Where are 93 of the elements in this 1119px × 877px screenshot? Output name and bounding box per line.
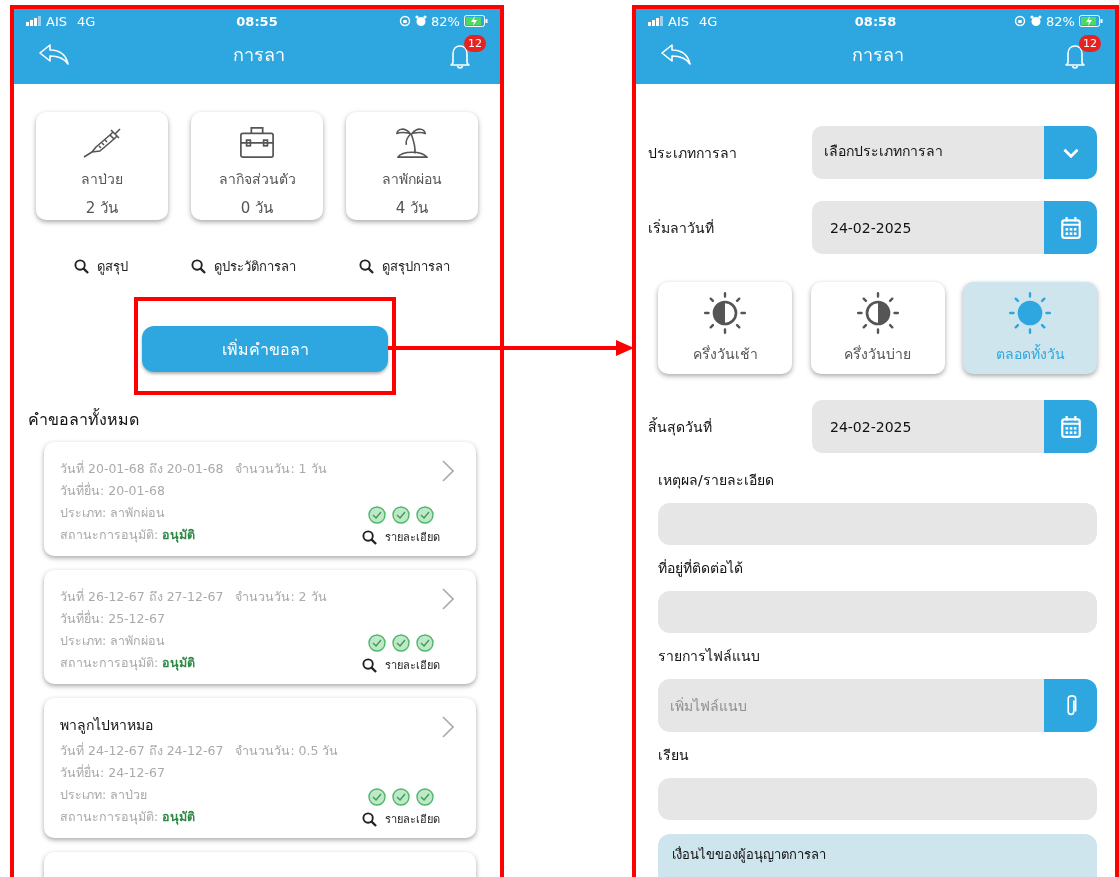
input-field[interactable]	[658, 503, 1097, 545]
request-title: พาลูกไปหาหมอ	[60, 716, 154, 736]
field-label: เหตุผล/รายละเอียด	[658, 471, 775, 491]
sun-icon	[1008, 291, 1052, 335]
carrier-text: AIS	[668, 13, 689, 29]
screen-title: การลา	[233, 42, 285, 67]
alarm-icon	[415, 15, 428, 27]
leave-type-label: ลาป่วย	[81, 170, 123, 189]
screen-title: การลา	[851, 42, 904, 67]
date-range-text: วันที่ 24-12-67 ถึง 24-12-67	[60, 743, 224, 758]
battery-charging-icon	[464, 15, 488, 27]
battery-percent: 82%	[431, 13, 460, 29]
field-label: รายการไฟล์แนบ	[658, 647, 761, 666]
briefcase-icon	[237, 124, 277, 160]
field-label: เรียน	[658, 746, 690, 765]
date-range-text: วันที่ 26-12-67 ถึง 27-12-67	[60, 589, 224, 604]
leave-request-card[interactable]: พาลูกไปหาหมอ วันที่ 24-12-67 ถึง 24-12-67 จำนวนวัน: 0.5 วัน วันที่ยื่น: 24-12-67 ประเภท: ลาป่วย สถานะการอนุมัติ: อนุมัติ รายละเอียด	[44, 698, 476, 838]
clock-time: 08:55	[236, 13, 278, 29]
leave-request-card[interactable]: วันที่ 26-12-67 ถึง 27-12-67 จำนวนวัน: 2 วัน วันที่ยื่น: 25-12-67 ประเภท: ลาพักผ่อน สถานะการอนุมัติ: อนุมัติ รายละเอียด	[44, 570, 476, 684]
leave-type-text: ประเภท: ลาป่วย	[60, 786, 149, 804]
search-icon	[362, 811, 377, 827]
status-label: สถานะการอนุมัติ:	[60, 655, 159, 670]
summary-link[interactable]: ดูสรุป	[73, 256, 128, 277]
status-value: อนุมัติ	[162, 655, 196, 670]
search-icon	[362, 657, 377, 673]
leave-balance-card[interactable]: ลากิจส่วนตัว 0 วัน	[191, 112, 323, 220]
day-count-text: จำนวนวัน: 2 วัน	[235, 589, 327, 604]
field-label: เริ่มลาวันที่	[648, 218, 715, 238]
date-field[interactable]: 24-02-2025	[812, 400, 1097, 453]
back-arrow-icon[interactable]	[660, 42, 692, 66]
search-icon	[191, 259, 206, 274]
status-value: อนุมัติ	[162, 527, 196, 542]
field-label: สิ้นสุดวันที่	[648, 416, 713, 438]
leave-type-text: ประเภท: ลาพักผ่อน	[60, 504, 167, 522]
status-label: สถานะการอนุมัติ:	[60, 527, 159, 542]
calendar-icon	[1059, 414, 1082, 439]
leave-days-value: 4 วัน	[395, 198, 429, 219]
day-count-text: จำนวนวัน: 1 วัน	[235, 461, 327, 476]
half-sun-icon	[703, 291, 747, 335]
conditions-title: เงื่อนไขของผู้อนุญาตการลา	[672, 847, 826, 862]
leave-type-label: ลาพักผ่อน	[382, 170, 442, 189]
attachment-field[interactable]: เพิ่มไฟล์แนบ	[658, 679, 1044, 732]
submitted-date-text: วันที่ยื่น: 24-12-67	[60, 763, 166, 782]
rotation-lock-icon	[399, 15, 412, 27]
details-link[interactable]: รายละเอียด	[362, 810, 440, 828]
leave-balance-card[interactable]: ลาป่วย 2 วัน	[36, 112, 168, 220]
details-link[interactable]: รายละเอียด	[362, 656, 440, 674]
signal-icon	[26, 16, 42, 26]
signal-icon	[648, 16, 664, 26]
half-sun-icon	[855, 291, 900, 335]
section-title: คำขอลาทั้งหมด	[27, 407, 140, 431]
submitted-date-text: วันที่ยื่น: 20-01-68	[60, 481, 166, 500]
date-range-text: วันที่ 20-01-68 ถึง 20-01-68	[60, 461, 224, 476]
field-label: ที่อยู่ที่ติดต่อได้	[658, 558, 744, 579]
leave-type-text: ประเภท: ลาพักผ่อน	[60, 632, 167, 650]
chevron-right-icon	[442, 588, 454, 610]
attach-button[interactable]	[1044, 679, 1097, 732]
search-icon	[359, 259, 375, 274]
notification-badge: 12	[464, 35, 486, 52]
field-label: ประเภทการลา	[648, 143, 738, 163]
summary-link[interactable]: ดูสรุปการลา	[359, 256, 451, 277]
alarm-icon	[1030, 15, 1043, 27]
leave-days-value: 2 วัน	[85, 198, 119, 219]
status-label: สถานะการอนุมัติ:	[60, 809, 159, 824]
summary-link[interactable]: ดูประวัติการลา	[191, 256, 296, 277]
notification-badge: 12	[1079, 35, 1101, 52]
input-field[interactable]	[658, 591, 1097, 633]
date-field[interactable]: 24-02-2025	[812, 201, 1097, 254]
chevron-right-icon	[442, 460, 454, 482]
calendar-icon	[1059, 215, 1082, 240]
search-icon	[73, 259, 89, 274]
clock-time: 08:58	[854, 13, 897, 29]
rotation-lock-icon	[1014, 15, 1027, 27]
chevron-right-icon	[442, 716, 454, 738]
details-link[interactable]: รายละเอียด	[362, 528, 440, 546]
status-value: อนุมัติ	[162, 809, 196, 824]
day-period-option[interactable]: ครึ่งวันเช้า	[658, 282, 792, 374]
back-arrow-icon[interactable]	[38, 42, 70, 66]
leave-balance-card[interactable]: ลาพักผ่อน 4 วัน	[346, 112, 478, 220]
network-text: 4G	[77, 13, 96, 29]
leave-type-label: ลากิจส่วนตัว	[218, 170, 296, 189]
battery-charging-icon	[1079, 15, 1103, 27]
carrier-text: AIS	[46, 13, 67, 29]
leave-days-value: 0 วัน	[240, 198, 274, 219]
day-count-text: จำนวนวัน: 0.5 วัน	[235, 743, 339, 758]
day-period-option[interactable]: ครึ่งวันบ่าย	[810, 282, 945, 374]
battery-percent: 82%	[1046, 13, 1075, 29]
search-icon	[362, 529, 377, 545]
input-field[interactable]	[658, 778, 1097, 820]
network-text: 4G	[699, 13, 718, 29]
leave-request-card[interactable]: วันที่ 20-01-68 ถึง 20-01-68 จำนวนวัน: 1 วัน วันที่ยื่น: 20-01-68 ประเภท: ลาพักผ่อน สถานะการอนุมัติ: อนุมัติ รายละเอียด	[44, 442, 476, 556]
submitted-date-text: วันที่ยื่น: 25-12-67	[60, 609, 166, 628]
leave-type-dropdown[interactable]: เลือกประเภทการลา	[812, 126, 1097, 179]
